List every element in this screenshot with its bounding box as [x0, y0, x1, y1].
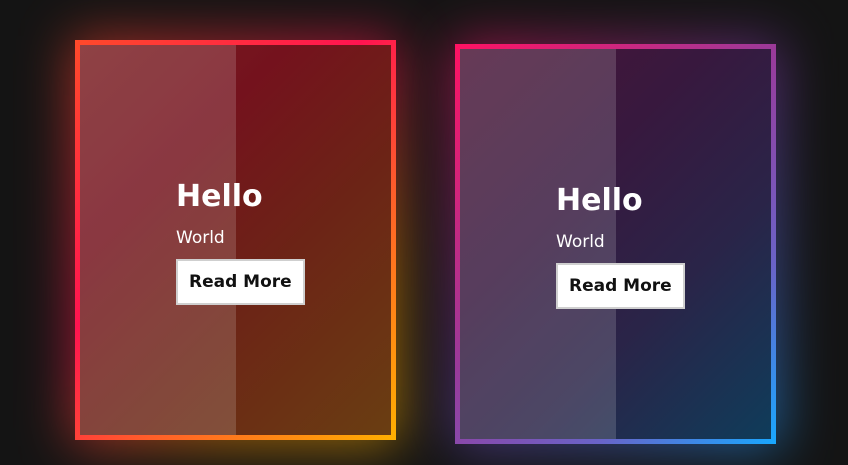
card-content: Hello World Read More — [176, 179, 305, 305]
card-2: Hello World Read More — [455, 44, 776, 444]
card-content: Hello World Read More — [556, 183, 685, 309]
page-canvas: Hello World Read More Hello World Read M… — [0, 0, 848, 465]
read-more-button[interactable]: Read More — [556, 263, 685, 309]
card-subtitle: World — [556, 232, 605, 252]
card-title: Hello — [556, 183, 643, 218]
card-1: Hello World Read More — [75, 40, 396, 440]
read-more-button[interactable]: Read More — [176, 259, 305, 305]
card-body: Hello World Read More — [460, 49, 771, 439]
card-title: Hello — [176, 179, 263, 214]
card-body: Hello World Read More — [80, 45, 391, 435]
card-subtitle: World — [176, 228, 225, 248]
